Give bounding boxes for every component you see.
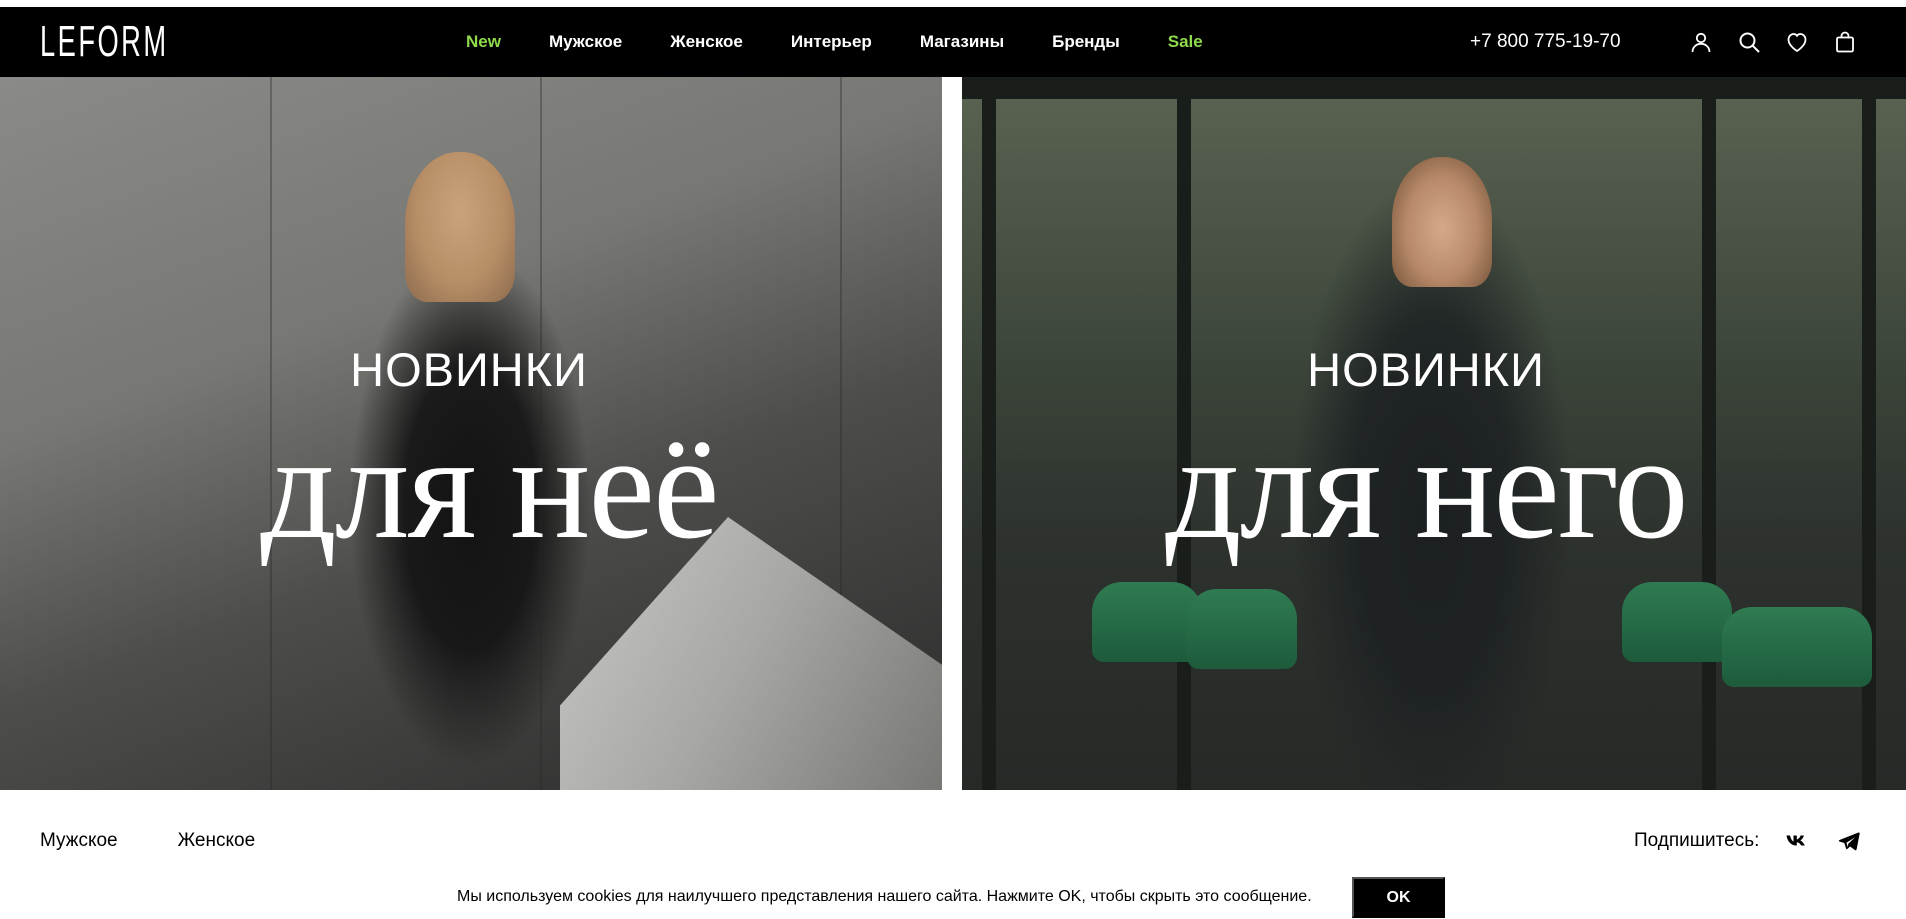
- cookie-ok-button[interactable]: OK: [1352, 877, 1445, 918]
- nav-item-stores[interactable]: Магазины: [920, 32, 1004, 52]
- green-seat: [1187, 589, 1297, 669]
- banner-men[interactable]: НОВИНКИ для него: [962, 77, 1906, 790]
- green-seat: [1722, 607, 1872, 687]
- footer-links: Мужское Женское: [40, 830, 315, 852]
- model-figure: [405, 152, 515, 302]
- banner-men-small-text: НОВИНКИ: [1307, 343, 1545, 396]
- telegram-icon[interactable]: [1834, 826, 1864, 856]
- logo-text: LEFORM: [40, 17, 169, 66]
- footer-link-men[interactable]: Мужское: [40, 830, 118, 852]
- nav-item-women[interactable]: Женское: [670, 32, 743, 52]
- header-icons: [1688, 7, 1880, 77]
- banner-divider: [942, 77, 962, 790]
- nav-item-sale[interactable]: Sale: [1168, 32, 1203, 52]
- banner-women-small-text: НОВИНКИ: [350, 343, 588, 396]
- banner-women[interactable]: НОВИНКИ для неё: [0, 77, 942, 790]
- green-seat: [1092, 582, 1202, 662]
- main-nav: New Мужское Женское Интерьер Магазины Бр…: [466, 7, 1251, 77]
- vk-icon[interactable]: [1782, 826, 1812, 856]
- top-strip: [0, 0, 1906, 7]
- green-seat: [1622, 582, 1732, 662]
- search-icon[interactable]: [1736, 29, 1762, 55]
- heart-icon[interactable]: [1784, 29, 1810, 55]
- nav-item-interior[interactable]: Интерьер: [791, 32, 872, 52]
- site-header: LEFORM New Мужское Женское Интерьер Мага…: [0, 7, 1906, 77]
- nav-item-brands[interactable]: Бренды: [1052, 32, 1120, 52]
- nav-item-men[interactable]: Мужское: [549, 32, 622, 52]
- nav-item-new[interactable]: New: [466, 32, 501, 52]
- footer-link-women[interactable]: Женское: [178, 830, 256, 852]
- subscribe-label: Подпишитесь:: [1634, 830, 1760, 851]
- banner-women-big-text: для неё: [260, 404, 719, 570]
- bag-icon[interactable]: [1832, 29, 1858, 55]
- window-frame: [962, 77, 1906, 99]
- banner-men-big-text: для него: [1165, 404, 1688, 570]
- phone-number[interactable]: +7 800 775-19-70: [1470, 7, 1621, 77]
- logo[interactable]: LEFORM: [40, 17, 247, 66]
- user-icon[interactable]: [1688, 29, 1714, 55]
- model-figure: [1392, 157, 1492, 287]
- cookie-message: Мы используем cookies для наилучшего пре…: [457, 888, 1312, 905]
